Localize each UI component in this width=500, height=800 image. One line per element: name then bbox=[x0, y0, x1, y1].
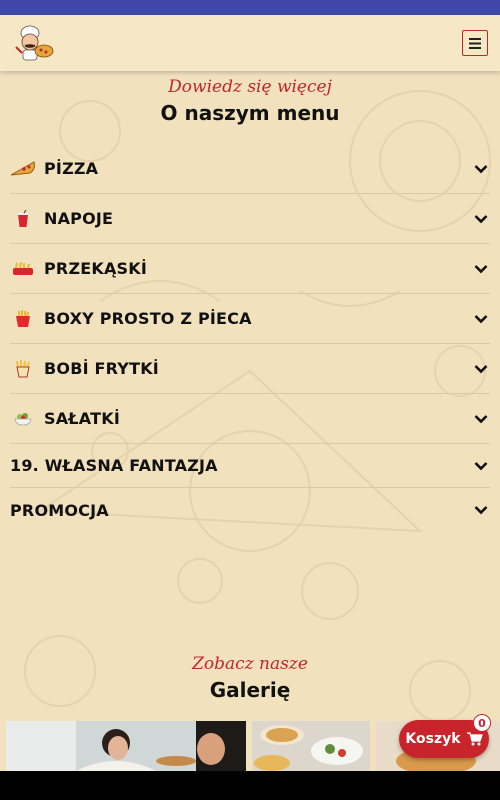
menu-category-salatki[interactable]: SAŁATKİ bbox=[10, 394, 490, 444]
chevron-down-icon bbox=[474, 214, 488, 223]
drink-cup-icon bbox=[10, 209, 36, 229]
menu-section-subtitle: Dowiedz się więcej bbox=[168, 77, 332, 97]
gallery-section-subtitle: Zobacz nasze bbox=[192, 654, 308, 674]
menu-category-pizza[interactable]: PİZZA bbox=[10, 144, 490, 194]
chevron-down-icon bbox=[474, 264, 488, 273]
menu-category-label: PİZZA bbox=[44, 159, 99, 178]
menu-category-napoje[interactable]: NAPOJE bbox=[10, 194, 490, 244]
menu-category-label: PRZEKĄSKİ bbox=[44, 259, 148, 278]
chevron-down-icon bbox=[474, 314, 488, 323]
pizza-slice-icon bbox=[10, 159, 36, 179]
gallery-image-food[interactable] bbox=[252, 721, 370, 771]
menu-category-label: 19. WŁASNA FANTAZJA bbox=[10, 456, 218, 475]
menu-category-label: SAŁATKİ bbox=[44, 409, 120, 428]
menu-category-wlasna-fantazja[interactable]: 19. WŁASNA FANTAZJA bbox=[10, 444, 490, 488]
cart-button[interactable]: Koszyk 0 bbox=[399, 714, 491, 758]
site-header bbox=[0, 15, 500, 71]
gallery-image-people[interactable] bbox=[6, 721, 246, 771]
fries-icon bbox=[10, 359, 36, 379]
chevron-down-icon bbox=[474, 164, 488, 173]
cart-label: Koszyk bbox=[405, 731, 461, 747]
menu-category-label: NAPOJE bbox=[44, 209, 114, 228]
hamburger-icon bbox=[469, 37, 481, 49]
chevron-down-icon bbox=[474, 506, 488, 515]
menu-category-label: PROMOCJA bbox=[10, 500, 109, 520]
chevron-down-icon bbox=[474, 414, 488, 423]
menu-category-label: BOXY PROSTO Z PİECA bbox=[44, 309, 252, 328]
status-bar bbox=[0, 0, 500, 15]
chevron-down-icon bbox=[474, 364, 488, 373]
menu-category-list: PİZZA NAPOJE PRZEKĄSKİ BOXY PROSTO Z PİE… bbox=[10, 144, 490, 532]
gallery-section-title: Galerię bbox=[209, 678, 291, 702]
menu-section-title: O naszym menu bbox=[160, 101, 340, 125]
menu-category-bobi-frytki[interactable]: BOBİ FRYTKİ bbox=[10, 344, 490, 394]
fries-box-icon bbox=[10, 309, 36, 329]
menu-category-boxy[interactable]: BOXY PROSTO Z PİECA bbox=[10, 294, 490, 344]
snacks-icon bbox=[10, 259, 36, 279]
menu-category-promocja[interactable]: PROMOCJA bbox=[10, 488, 490, 532]
menu-category-label: BOBİ FRYTKİ bbox=[44, 359, 159, 378]
shopping-cart-icon bbox=[466, 732, 483, 746]
chevron-down-icon bbox=[474, 461, 488, 470]
salad-bowl-icon bbox=[10, 409, 36, 429]
menu-category-przekaski[interactable]: PRZEKĄSKİ bbox=[10, 244, 490, 294]
pizza-chef-logo[interactable] bbox=[10, 23, 54, 63]
hamburger-menu-button[interactable] bbox=[462, 30, 488, 56]
bottom-bar bbox=[0, 771, 500, 800]
cart-count-badge: 0 bbox=[473, 714, 491, 732]
